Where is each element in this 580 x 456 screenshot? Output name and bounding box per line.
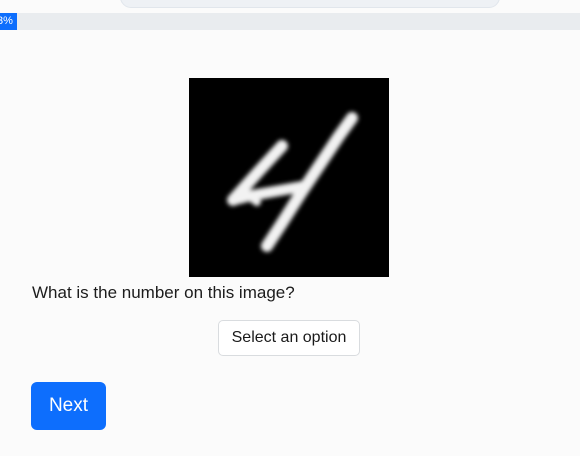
- browser-top-strip: [0, 0, 580, 10]
- next-button[interactable]: Next: [31, 382, 106, 430]
- progress-label: 3%: [0, 15, 13, 27]
- answer-select[interactable]: Select an option: [218, 320, 360, 356]
- handwritten-digit-image: [227, 112, 358, 252]
- address-bar[interactable]: [120, 0, 500, 8]
- progress-fill: 3%: [0, 13, 18, 30]
- quiz-page: 3% What is the number on this image? Sel…: [0, 0, 580, 456]
- answer-select-label: Select an option: [231, 329, 347, 346]
- progress-bar: 3%: [0, 13, 580, 30]
- question-text: What is the number on this image?: [32, 283, 295, 302]
- digit-image: [189, 78, 389, 277]
